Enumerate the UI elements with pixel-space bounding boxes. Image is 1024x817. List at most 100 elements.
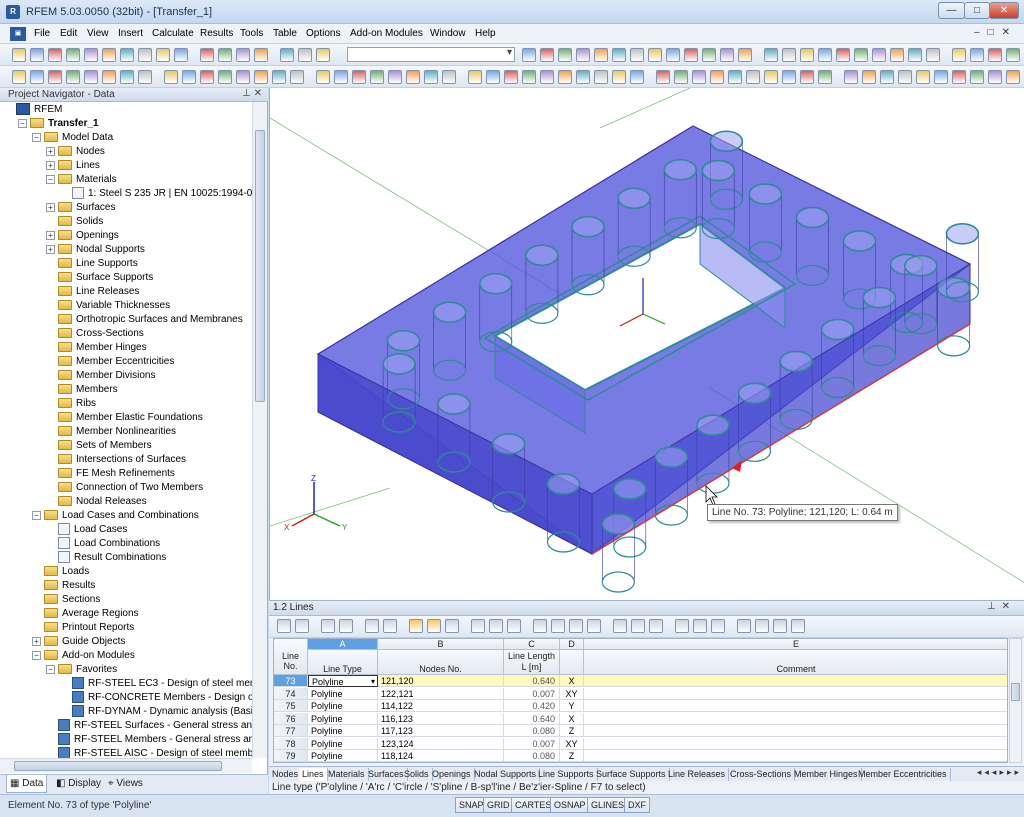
menu-file[interactable]: File — [34, 28, 50, 39]
table-cell-length[interactable]: 0.080 — [504, 750, 560, 762]
table-toolbar-button[interactable] — [445, 619, 459, 633]
tree-item[interactable]: RF-STEEL EC3 - Design of steel members — [60, 677, 252, 691]
table-cell-axis[interactable]: Z — [560, 750, 584, 762]
tree-item[interactable]: Line Supports — [46, 257, 138, 271]
toolbar-button[interactable] — [630, 48, 644, 62]
tree-item[interactable]: Member Elastic Foundations — [46, 411, 203, 425]
table-toolbar-button[interactable] — [693, 619, 707, 633]
toolbar-button[interactable] — [298, 48, 312, 62]
toolbar-button[interactable] — [612, 70, 626, 84]
table-cell-type[interactable]: Polyline ▾ — [308, 675, 378, 687]
tree-item[interactable]: Cross-Sections — [46, 327, 144, 341]
table-cell-comment[interactable] — [584, 713, 1007, 725]
toolbar-button[interactable] — [370, 70, 384, 84]
toolbar-button[interactable] — [236, 70, 250, 84]
toolbar-button[interactable] — [800, 70, 814, 84]
scrollbar-thumb[interactable] — [1011, 683, 1020, 701]
tree-item[interactable]: Nodal Releases — [46, 495, 147, 509]
tree-item[interactable]: Load Cases — [46, 523, 127, 537]
tab-surface-supports[interactable]: Surface Supports — [593, 768, 670, 781]
menu-help[interactable]: Help — [475, 28, 496, 39]
toolbar-button[interactable] — [952, 70, 966, 84]
toolbar-button[interactable] — [48, 48, 62, 62]
table-cell-no[interactable]: 73 — [274, 675, 308, 687]
maximize-button[interactable]: □ — [964, 2, 990, 19]
toolbar-button[interactable] — [218, 48, 232, 62]
tree-item[interactable]: 1: Steel S 235 JR | EN 10025:1994-03 — [60, 187, 252, 201]
toolbar-button[interactable] — [1006, 70, 1020, 84]
toolbar-button[interactable] — [898, 70, 912, 84]
toolbar-button[interactable] — [504, 70, 518, 84]
tree-item[interactable]: Printout Reports — [32, 621, 134, 635]
expand-icon[interactable]: + — [46, 160, 55, 170]
toolbar-button[interactable] — [782, 70, 796, 84]
tree-item[interactable]: Average Regions — [32, 607, 139, 621]
tree-item[interactable]: Members — [46, 383, 118, 397]
navigator-vertical-scrollbar[interactable] — [252, 102, 267, 758]
table-toolbar-button[interactable] — [569, 619, 583, 633]
tree-item[interactable]: − Favorites — [46, 663, 117, 677]
tree-item[interactable]: + Lines — [46, 159, 100, 173]
toolbar-button[interactable] — [30, 70, 44, 84]
toolbar-button[interactable] — [66, 48, 80, 62]
toolbar-button[interactable] — [102, 48, 116, 62]
toolbar-button[interactable] — [988, 48, 1002, 62]
table-cell-comment[interactable] — [584, 700, 1007, 712]
tree-item[interactable]: RF-STEEL Surfaces - General stress analy… — [46, 719, 252, 733]
tree-item[interactable]: RFEM — [4, 103, 62, 117]
toolbar-button[interactable] — [612, 48, 626, 62]
table-cell-comment[interactable] — [584, 750, 1007, 762]
toolbar-button[interactable] — [540, 48, 554, 62]
tab-line-supports[interactable]: Line Supports — [535, 768, 598, 781]
toolbar-button[interactable] — [970, 70, 984, 84]
menu-tools[interactable]: Tools — [240, 28, 263, 39]
table-cell-no[interactable]: 77 — [274, 725, 308, 737]
toolbar-button[interactable] — [352, 70, 366, 84]
toolbar-button[interactable] — [702, 48, 716, 62]
expand-icon[interactable]: + — [46, 230, 55, 240]
toolbar-button[interactable] — [594, 70, 608, 84]
tree-item[interactable]: − Add-on Modules — [32, 649, 135, 663]
table-cell-no[interactable]: 78 — [274, 737, 308, 750]
toolbar-button[interactable] — [738, 48, 752, 62]
table-toolbar-button[interactable] — [649, 619, 663, 633]
toolbar-button[interactable] — [656, 70, 670, 84]
table-cell-length[interactable]: 0.640 — [504, 675, 560, 687]
tree-item[interactable]: Orthotropic Surfaces and Membranes — [46, 313, 243, 327]
tree-item[interactable]: RF-STEEL AISC - Design of steel members … — [46, 747, 252, 758]
table-toolbar-button[interactable] — [737, 619, 751, 633]
toolbar-button[interactable] — [200, 70, 214, 84]
table-cell-no[interactable]: 74 — [274, 687, 308, 700]
toolbar-button[interactable] — [120, 48, 134, 62]
tree-item[interactable]: + Nodal Supports — [46, 243, 145, 257]
toolbar-button[interactable] — [630, 70, 644, 84]
toolbar-button[interactable] — [120, 70, 134, 84]
column-e-header[interactable]: E — [584, 639, 1007, 650]
toolbar-button[interactable] — [138, 70, 152, 84]
table-toolbar-button[interactable] — [321, 619, 335, 633]
toolbar-button[interactable] — [236, 48, 250, 62]
table-cell-comment[interactable] — [584, 738, 1007, 750]
table-toolbar-button[interactable] — [675, 619, 689, 633]
tree-item[interactable]: + Nodes — [46, 145, 105, 159]
table-toolbar-button[interactable] — [711, 619, 725, 633]
table-cell-type[interactable]: Polyline — [308, 687, 378, 700]
table-cell-length[interactable]: 0.007 — [504, 687, 560, 700]
table-cell-no[interactable]: 76 — [274, 712, 308, 725]
tree-item[interactable]: Sets of Members — [46, 439, 152, 453]
tab-lines[interactable]: Lines — [299, 768, 328, 781]
scrollbar-thumb[interactable] — [14, 761, 222, 771]
toolbar-button[interactable] — [890, 48, 904, 62]
tree-item[interactable]: + Surfaces — [46, 201, 115, 215]
toolbar-button[interactable] — [280, 48, 294, 62]
tree-item[interactable]: Member Nonlinearities — [46, 425, 176, 439]
status-cartes-button[interactable]: CARTES — [511, 797, 556, 813]
toolbar-button[interactable] — [818, 48, 832, 62]
toolbar-button[interactable] — [182, 70, 196, 84]
pin-close-icon[interactable]: ⊥✕ — [987, 601, 1016, 612]
toolbar-button[interactable] — [782, 48, 796, 62]
toolbar-button[interactable] — [684, 48, 698, 62]
dropdown-arrow-icon[interactable]: ▾ — [371, 676, 375, 686]
toolbar-button[interactable] — [818, 70, 832, 84]
tab-line-releases[interactable]: Line Releases — [665, 768, 730, 781]
